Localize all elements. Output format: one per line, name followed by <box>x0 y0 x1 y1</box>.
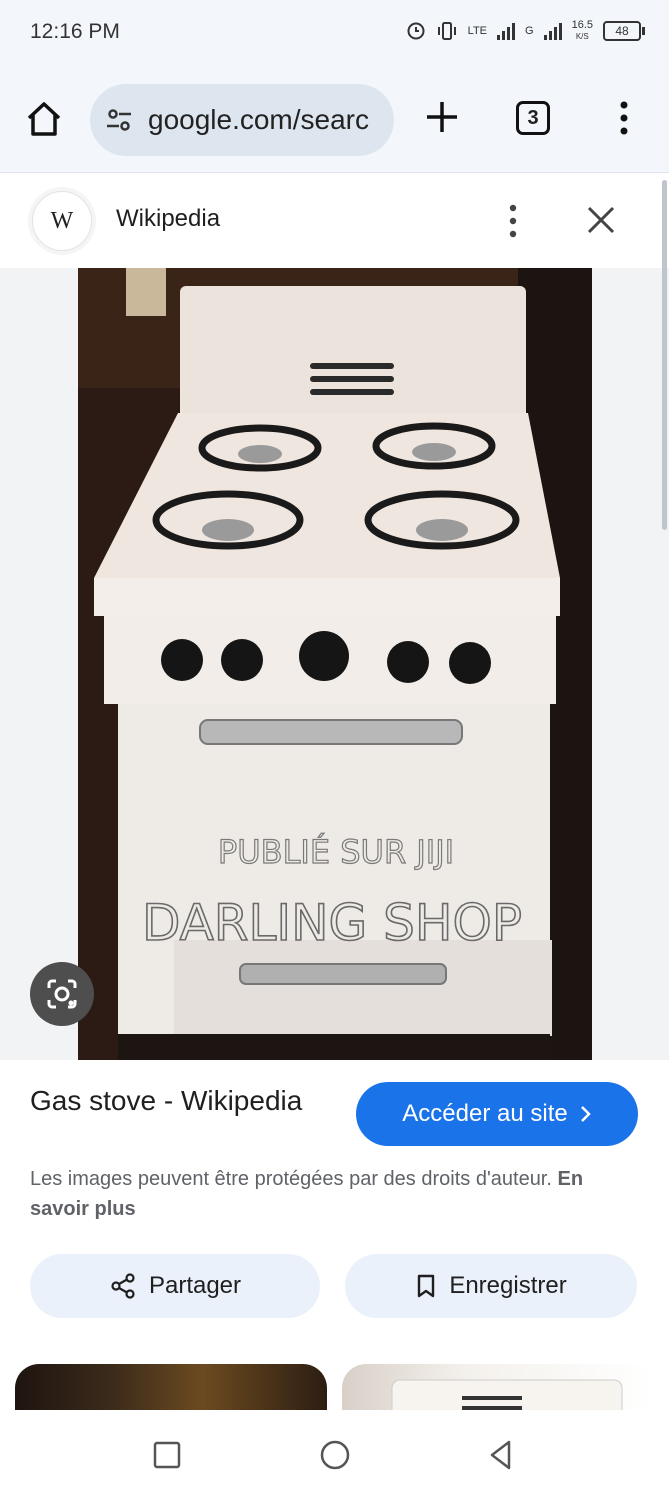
save-label: Enregistrer <box>449 1272 567 1299</box>
tab-count: 3 <box>527 106 539 129</box>
source-header: W Wikipedia <box>0 173 669 267</box>
home-icon[interactable] <box>24 99 64 139</box>
watermark-line1: PUBLIÉ SUR JIJI <box>218 833 454 871</box>
bookmark-icon <box>418 1274 435 1298</box>
speed-value: 16.5 <box>571 19 593 31</box>
battery-icon: 48 <box>603 21 645 41</box>
lens-icon <box>47 979 77 1009</box>
vibrate-icon <box>437 22 456 40</box>
status-icons: LTE G 16.5 K/S 48 <box>406 20 645 42</box>
status-time: 12:16 PM <box>30 20 120 43</box>
image-viewer: PUBLIÉ SUR JIJI DARLING SHOP <box>0 268 669 1060</box>
visit-site-label: Accéder au site <box>402 1100 568 1127</box>
more-vert-icon[interactable] <box>612 98 636 138</box>
nav-home-icon[interactable] <box>318 1438 352 1472</box>
share-label: Partager <box>148 1272 242 1299</box>
more-vert-icon[interactable] <box>502 201 524 241</box>
copyright-notice: Les images peuvent être protégées par de… <box>30 1164 642 1224</box>
network-g-label: G <box>525 25 534 37</box>
lens-button[interactable] <box>30 962 94 1026</box>
system-nav-bar <box>0 1410 669 1500</box>
plus-icon[interactable] <box>424 99 460 135</box>
url-text: google.com/searc <box>148 104 370 135</box>
stove-photo[interactable]: PUBLIÉ SUR JIJI DARLING SHOP <box>78 268 592 1060</box>
signal-icon <box>497 22 516 40</box>
share-icon <box>111 1273 135 1299</box>
copyright-text: Les images peuvent être protégées par de… <box>30 1168 552 1190</box>
tune-icon[interactable] <box>104 105 134 135</box>
status-bar: 12:16 PM LTE G 16.5 K/S 48 <box>0 0 669 66</box>
battery-level: 48 <box>615 24 629 38</box>
tabs-icon[interactable]: 3 <box>516 101 550 135</box>
source-name[interactable]: Wikipedia <box>116 205 220 233</box>
alarm-icon <box>407 22 425 40</box>
stove-illustration: PUBLIÉ SUR JIJI DARLING SHOP <box>78 268 592 1060</box>
network-lte-label: LTE <box>467 25 488 37</box>
scrollbar[interactable] <box>662 180 667 530</box>
speed-indicator: 16.5 K/S <box>572 20 593 42</box>
result-title[interactable]: Gas stove - Wikipedia <box>30 1082 330 1119</box>
save-button[interactable]: Enregistrer <box>345 1254 637 1318</box>
visit-site-button[interactable]: Accéder au site <box>356 1082 638 1146</box>
share-button[interactable]: Partager <box>30 1254 320 1318</box>
close-icon[interactable] <box>584 203 618 237</box>
watermark-line2: DARLING SHOP <box>142 894 522 952</box>
logo-letter: W <box>50 207 74 234</box>
browser-toolbar: google.com/searc 3 <box>0 66 669 173</box>
address-bar[interactable]: google.com/searc <box>90 84 394 156</box>
nav-recents-icon[interactable] <box>150 1438 184 1472</box>
chevron-right-icon <box>580 1106 591 1122</box>
speed-unit: K/S <box>575 32 589 41</box>
signal-icon-2 <box>543 22 562 40</box>
wikipedia-logo: W <box>32 191 92 251</box>
result-panel: Gas stove - Wikipedia Accéder au site Le… <box>0 1060 669 1424</box>
nav-back-icon[interactable] <box>484 1438 518 1472</box>
